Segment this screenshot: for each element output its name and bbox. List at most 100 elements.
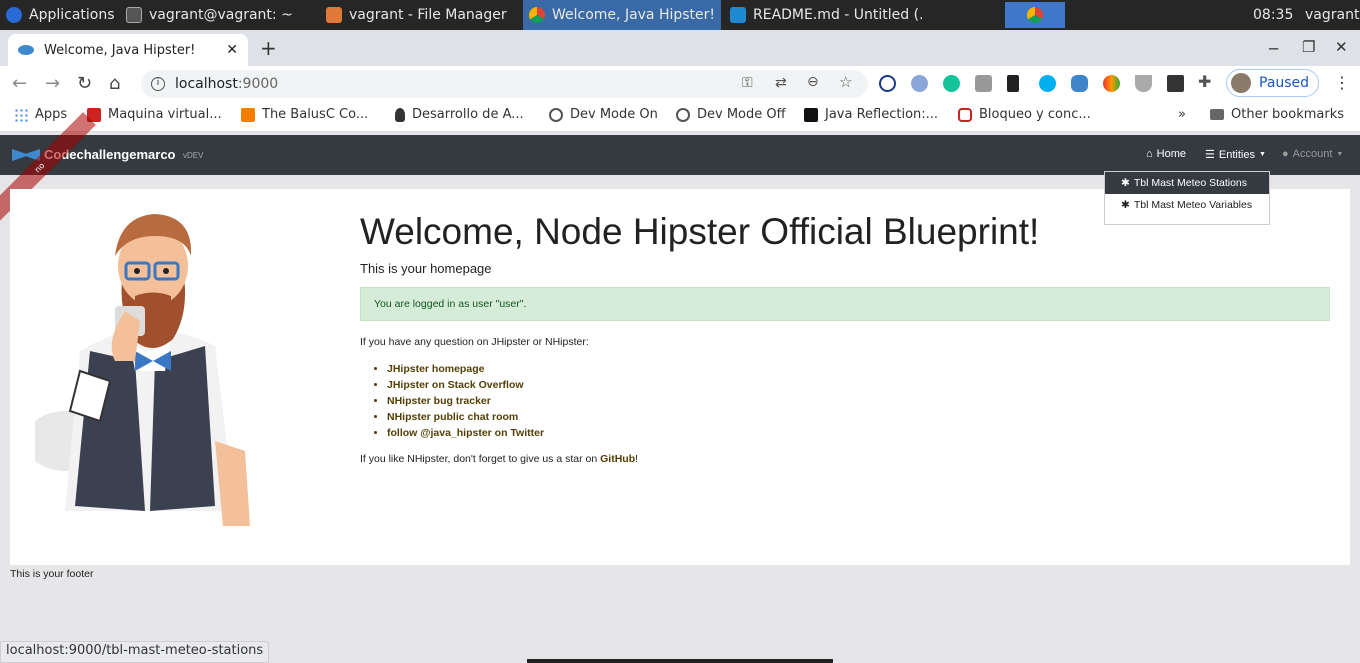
applications-label: Applications	[29, 7, 115, 23]
home-icon[interactable]: ⌂	[109, 73, 120, 94]
user-menu[interactable]: vagrant	[1299, 0, 1360, 30]
other-bookmarks[interactable]: Other bookmarks	[1210, 107, 1344, 122]
speaker-icon[interactable]	[1007, 75, 1019, 92]
extensions-puzzle-icon[interactable]: ✚	[1198, 72, 1211, 91]
cloud-icon[interactable]	[1071, 75, 1088, 92]
asterisk-icon: ✱	[1121, 199, 1130, 211]
apps-grid-icon	[14, 107, 28, 122]
nav-entities-label: Entities	[1218, 148, 1255, 161]
web-page: Codechallengemarco vDEV ⌂ Home ☰ Entitie…	[0, 112, 1360, 663]
reload-icon[interactable]: ↻	[77, 73, 92, 94]
menu-dots-icon[interactable]: ⋮	[1334, 73, 1350, 92]
home-icon: ⌂	[1146, 148, 1153, 160]
applications-menu[interactable]: Applications	[0, 0, 118, 30]
skype-icon[interactable]	[1039, 75, 1056, 92]
minimize-icon[interactable]: ─	[1269, 40, 1278, 58]
bookmark-label: Java Reflection:...	[825, 107, 939, 122]
bookmark-item[interactable]: Java Reflection:...	[804, 107, 938, 122]
link-chat-room[interactable]: NHipster public chat room	[387, 411, 544, 427]
menu-item-tbl-mast-meteo-variables[interactable]: ✱ Tbl Mast Meteo Variables	[1105, 194, 1269, 216]
bookmark-item[interactable]: Maquina virtual...	[87, 107, 222, 122]
bookmark-label: Desarrollo de A...	[412, 107, 524, 122]
taskbar-item-file-manager[interactable]: vagrant - File Manager	[320, 0, 520, 30]
link-jhipster-homepage[interactable]: JHipster homepage	[387, 363, 544, 379]
github-link[interactable]: GitHub	[600, 453, 635, 465]
globe-icon	[676, 107, 690, 122]
translate-icon[interactable]: ⇄	[775, 75, 787, 91]
question-text: If you have any question on JHipster or …	[360, 336, 589, 348]
url-port: :9000	[237, 76, 279, 92]
page-footer: This is your footer	[10, 568, 94, 580]
close-tab-icon[interactable]: ✕	[226, 42, 238, 58]
zoom-icon[interactable]: ⊖	[807, 74, 819, 90]
browser-toolbar: ← → ↻ ⌂ i localhost:9000 ⚿ ⇄ ⊖ ☆ ✚ Pause…	[0, 66, 1360, 100]
reader-icon[interactable]	[1167, 75, 1184, 92]
tab-strip: Welcome, Java Hipster! ✕ +	[0, 30, 1360, 66]
bookmark-label: Other bookmarks	[1231, 107, 1345, 122]
caret-down-icon: ▼	[1258, 151, 1266, 158]
page-title: Welcome, Node Hipster Official Blueprint…	[360, 211, 1040, 252]
info-icon[interactable]: i	[151, 77, 165, 91]
bookmark-item[interactable]: The BalusC Co...	[241, 107, 368, 122]
back-icon[interactable]: ←	[12, 73, 27, 94]
address-bar[interactable]: i localhost:9000 ⚿ ⇄ ⊖ ☆	[141, 70, 868, 98]
taskbar-item-terminal[interactable]: vagrant@vagrant: ~	[120, 0, 316, 30]
bookmark-label: Bloqueo y conc...	[979, 107, 1091, 122]
entities-dropdown: ✱ Tbl Mast Meteo Stations ✱ Tbl Mast Met…	[1104, 171, 1270, 225]
bookmark-label: Dev Mode On	[570, 107, 658, 122]
key-icon[interactable]: ⚿	[742, 75, 753, 91]
link-stack-overflow[interactable]: JHipster on Stack Overflow	[387, 379, 544, 395]
taskbar-item-chrome[interactable]: Welcome, Java Hipster! ...	[523, 0, 721, 30]
main-card: Welcome, Node Hipster Official Blueprint…	[10, 189, 1350, 565]
list-icon: ☰	[1205, 149, 1215, 161]
more-bookmarks-icon[interactable]: »	[1178, 107, 1186, 122]
new-tab-icon[interactable]: +	[260, 36, 277, 60]
bookmark-apps[interactable]: Apps	[14, 107, 67, 122]
extension-w-icon[interactable]	[1103, 75, 1120, 92]
bookmark-label: Dev Mode Off	[697, 107, 786, 122]
blogger-icon	[241, 107, 255, 122]
bookmark-label: Apps	[35, 107, 68, 122]
linux-tux-icon	[395, 107, 405, 122]
nav-account[interactable]: ● Account ▼	[1282, 148, 1343, 160]
bookmarks-bar: Apps Maquina virtual... The BalusC Co...…	[0, 100, 1360, 132]
taskbar-item-vscode[interactable]: README.md - Untitled (...	[724, 0, 922, 30]
clock: 08:35	[1247, 0, 1299, 30]
globe-icon	[549, 107, 563, 122]
profile-button[interactable]: Paused	[1226, 69, 1319, 97]
bookmark-item[interactable]: Dev Mode On	[549, 107, 658, 122]
extension-icon[interactable]	[911, 75, 928, 92]
forward-icon[interactable]: →	[45, 73, 60, 94]
grammarly-icon[interactable]	[943, 75, 960, 92]
bookmark-item[interactable]: Dev Mode Off	[676, 107, 786, 122]
nav-entities[interactable]: ☰ Entities ▼	[1205, 148, 1266, 162]
close-window-icon[interactable]: ✕	[1335, 38, 1348, 56]
page-subtitle: This is your homepage	[360, 261, 492, 276]
bookmark-label: The BalusC Co...	[262, 107, 369, 122]
link-twitter[interactable]: follow @java_hipster on Twitter	[387, 427, 544, 443]
nav-home[interactable]: ⌂ Home	[1146, 148, 1186, 160]
bookmark-item[interactable]: Desarrollo de A...	[395, 107, 524, 122]
vscode-icon	[730, 7, 746, 23]
menu-item-tbl-mast-meteo-stations[interactable]: ✱ Tbl Mast Meteo Stations	[1105, 172, 1269, 194]
extension-cube-icon[interactable]	[975, 75, 992, 92]
maximize-icon[interactable]: ❐	[1302, 38, 1315, 56]
help-links: JHipster homepage JHipster on Stack Over…	[387, 363, 544, 443]
nav-home-label: Home	[1156, 148, 1186, 160]
browser-tab[interactable]: Welcome, Java Hipster! ✕	[8, 34, 248, 66]
avatar	[1231, 73, 1251, 93]
tab-title: Welcome, Java Hipster!	[44, 42, 196, 58]
github-star-text: If you like NHipster, don't forget to gi…	[360, 453, 638, 465]
java-j-icon	[804, 107, 818, 122]
nav-account-label: Account	[1292, 148, 1333, 160]
extension-play-icon[interactable]	[879, 75, 896, 92]
link-bug-tracker[interactable]: NHipster bug tracker	[387, 395, 544, 411]
workspace-switcher[interactable]	[1005, 2, 1065, 28]
app-navbar: Codechallengemarco vDEV ⌂ Home ☰ Entitie…	[0, 135, 1360, 175]
vue-devtools-icon[interactable]	[1135, 75, 1152, 92]
xfce-mouse-icon	[6, 7, 22, 23]
bookmark-item[interactable]: Bloqueo y conc...	[958, 107, 1091, 122]
bookmark-star-icon[interactable]: ☆	[839, 73, 852, 91]
status-bar-url: localhost:9000/tbl-mast-meteo-stations	[0, 641, 270, 663]
chrome-icon	[1027, 7, 1043, 23]
